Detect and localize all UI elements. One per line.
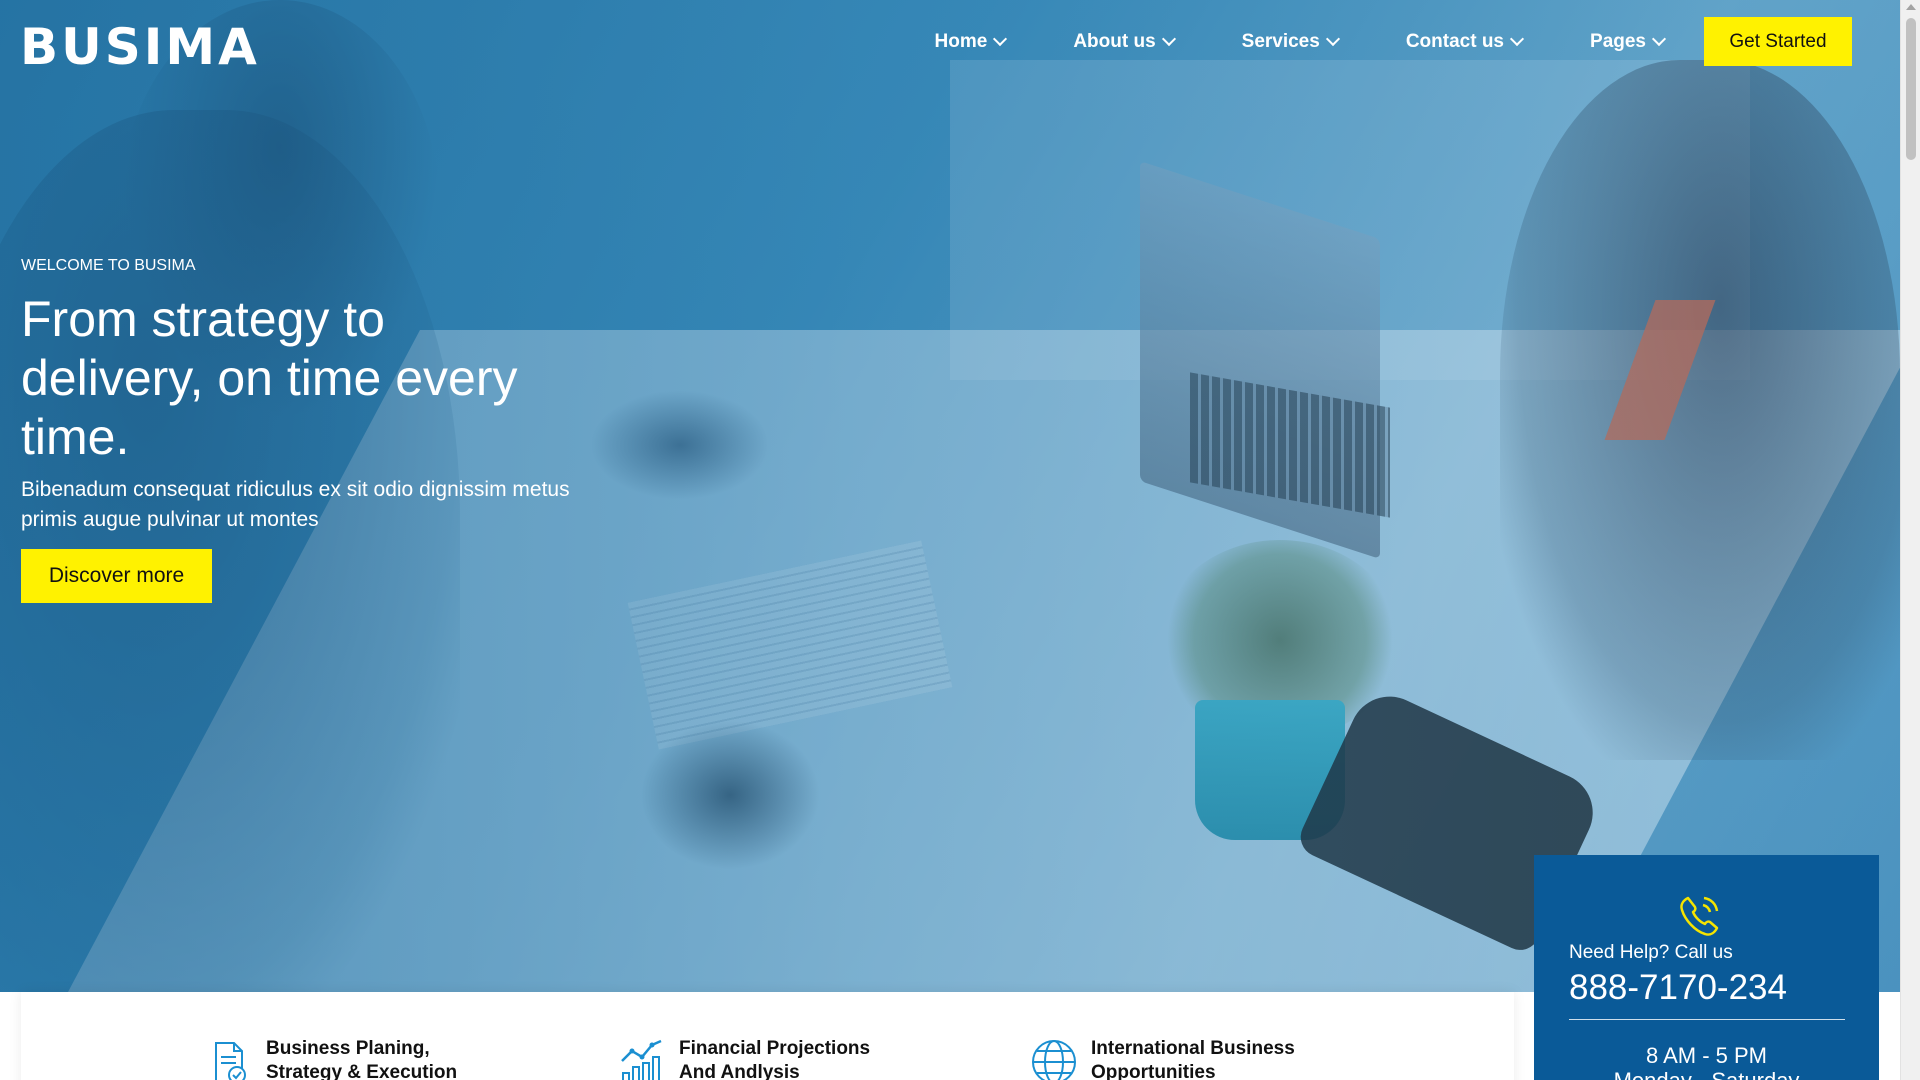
chevron-down-icon [993,31,1008,46]
nav-item-label: Services [1241,30,1320,52]
feature-item[interactable]: Financial Projections And Andlysis [617,1037,909,1080]
feature-item[interactable]: International Business Opportunities [1029,1037,1321,1080]
scroll-up-arrow-icon[interactable] [1906,4,1916,10]
hero-headline: From strategy to delivery, on time every… [21,291,518,465]
help-divider [1569,1019,1845,1020]
feature-title: Business Planing, Strategy & Execution [266,1038,458,1080]
feature-item[interactable]: Business Planing, Strategy & Execution [204,1037,496,1080]
features-card: Business Planing, Strategy & Execution F… [21,992,1514,1080]
nav-item-label: Pages [1590,30,1646,52]
help-days: Monday - Saturday [1534,1068,1879,1080]
scrollbar-thumb[interactable] [1906,18,1916,160]
help-hours: 8 AM - 5 PM [1645,1043,1768,1068]
help-label: Need Help? Call us [1569,942,1733,963]
logo[interactable]: BUSIMA [20,18,260,76]
discover-more-button[interactable]: Discover more [21,549,212,603]
hero-section: BUSIMA Home About us Services Contact us… [0,0,1900,992]
scrollbar[interactable] [1900,0,1920,1080]
chevron-down-icon [1161,31,1176,46]
nav-item-label: Contact us [1405,30,1505,52]
main-nav: Home About us Services Contact us Pages … [935,17,1852,66]
nav-item-home[interactable]: Home [934,30,1008,53]
nav-item-pages[interactable]: Pages [1590,30,1667,53]
get-started-button[interactable]: Get Started [1704,17,1852,66]
feature-title: Financial Projections And Andlysis [679,1038,871,1080]
nav-item-label: Home [934,30,988,52]
nav-item-contact-us[interactable]: Contact us [1405,30,1525,53]
nav-item-services[interactable]: Services [1241,30,1340,53]
help-phone-number[interactable]: 888-7170-234 [1569,968,1787,1008]
document-check-icon [215,1042,246,1080]
globe-icon [1032,1040,1076,1080]
hero-eyebrow: WELCOME TO BUSIMA [21,257,196,274]
phone-icon [1680,896,1719,936]
nav-item-about-us[interactable]: About us [1073,30,1176,53]
hero-subtext: Bibenadum consequat ridiculus ex sit odi… [21,478,570,531]
feature-title: International Business Opportunities [1091,1038,1295,1080]
nav-item-label: About us [1073,30,1156,52]
chevron-down-icon [1325,31,1340,46]
chevron-down-icon [1509,31,1525,46]
help-box: Need Help? Call us 888-7170-234 8 AM - 5… [1534,855,1879,1080]
chart-growth-icon [621,1039,662,1080]
chevron-down-icon [1651,31,1667,46]
